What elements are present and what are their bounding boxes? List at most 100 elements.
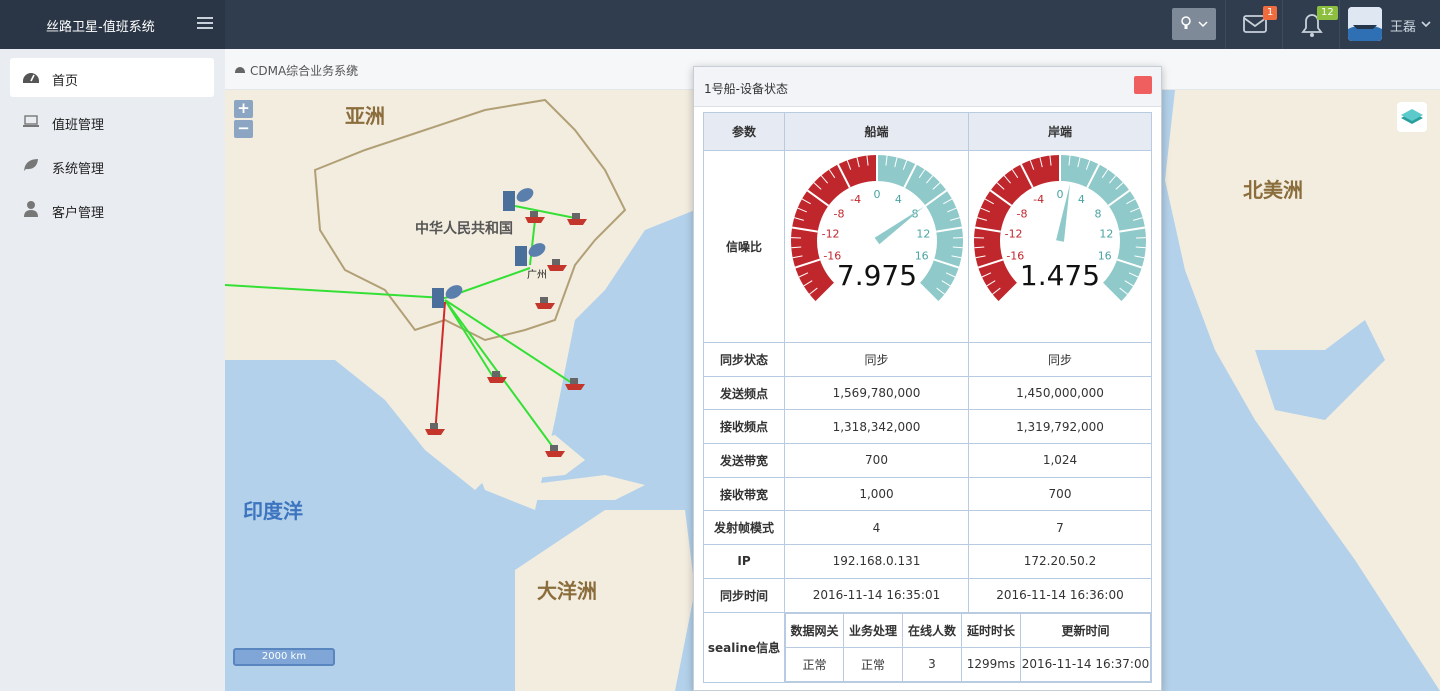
- dashboard-icon: [235, 67, 245, 73]
- ship-value: 1,569,780,000: [784, 375, 969, 411]
- satellite-station-icon[interactable]: [515, 240, 547, 268]
- sealine-header: 在线人数: [902, 612, 962, 648]
- device-status-dialog: 1号船-设备状态 参数 船端 岸端 信噪比 -16-12-8-404812167…: [693, 66, 1162, 691]
- zoom-out-button[interactable]: −: [234, 120, 253, 138]
- map-label-asia: 亚洲: [345, 104, 385, 128]
- shore-value: 700: [968, 476, 1152, 512]
- sidebar-item-system[interactable]: 系统管理: [10, 146, 214, 185]
- ship-icon[interactable]: [543, 442, 567, 458]
- laptop-icon: [23, 115, 39, 127]
- gauge-tick-label: -12: [1005, 228, 1023, 241]
- row-label: 接收频点: [703, 409, 785, 445]
- map-label-oceania: 大洋洲: [537, 579, 597, 603]
- row-label: 同步时间: [703, 577, 785, 613]
- gauge-tick-label: -12: [821, 228, 839, 241]
- ship-value: 1,000: [784, 476, 969, 512]
- ship-icon[interactable]: [485, 368, 509, 384]
- shore-value: 7: [968, 510, 1152, 546]
- ship-icon[interactable]: [523, 208, 547, 224]
- column-header: 岸端: [968, 112, 1152, 151]
- chevron-down-icon[interactable]: [1420, 19, 1432, 29]
- zoom-in-button[interactable]: +: [234, 100, 253, 118]
- shore-snr-gauge: -16-12-8-4 0 4812161.475: [974, 155, 1146, 303]
- sidebar-item-customers[interactable]: 客户管理: [10, 190, 214, 229]
- sealine-cell: 数据网关 业务处理 在线人数 延时时长 更新时间 正常 正常 3 1299ms …: [784, 611, 1152, 683]
- gauge-tick-label: 12: [1099, 228, 1113, 241]
- status-row: IP 192.168.0.131 172.20.50.2: [703, 544, 1152, 579]
- gauge-tick-label: -4: [1033, 193, 1044, 206]
- sealine-value: 2016-11-14 16:37:00: [1020, 646, 1151, 682]
- shore-value: 1,450,000,000: [968, 375, 1152, 411]
- status-row: 同步时间 2016-11-14 16:35:01 2016-11-14 16:36:…: [703, 577, 1152, 613]
- row-label: 发送频点: [703, 375, 785, 411]
- map-label-north-america: 北美洲: [1243, 178, 1303, 202]
- shore-value: 同步: [968, 342, 1152, 377]
- shore-value: 1,024: [968, 443, 1152, 478]
- ship-icon[interactable]: [545, 256, 569, 272]
- sidebar-item-label: 系统管理: [52, 162, 105, 177]
- close-button[interactable]: [1134, 76, 1152, 94]
- ship-icon[interactable]: [533, 294, 557, 310]
- gauge-tick-label: 12: [916, 228, 930, 241]
- shore-snr-cell: -16 -12 -8 -4 0 4 8 12 16 1.475: [968, 150, 1152, 343]
- dialog-title: 1号船-设备状态: [704, 82, 788, 96]
- sealine-label: sealine信息: [703, 611, 785, 683]
- status-row: 接收带宽 1,000 700: [703, 476, 1152, 512]
- status-row: 发射帧模式 4 7: [703, 510, 1152, 546]
- station-label: 广州: [527, 270, 547, 281]
- layers-button[interactable]: [1397, 102, 1427, 132]
- ship-icon[interactable]: [423, 420, 447, 436]
- ship-icon[interactable]: [563, 375, 587, 391]
- avatar[interactable]: [1348, 7, 1382, 41]
- ship-value: 4: [784, 510, 969, 546]
- map-scale-bar: 2000 km: [233, 648, 335, 666]
- chevron-down-icon: [1198, 21, 1208, 28]
- satellite-station-icon[interactable]: [432, 282, 464, 310]
- shore-value: 172.20.50.2: [968, 544, 1152, 579]
- ship-snr-cell: -16-12-8-404812167.975: [784, 150, 969, 343]
- row-label: 发送带宽: [703, 443, 785, 478]
- gauge-tick-label: 4: [894, 193, 901, 206]
- ship-snr-gauge: -16-12-8-404812167.975: [790, 155, 963, 303]
- row-label: 接收带宽: [703, 476, 785, 512]
- row-label: IP: [703, 544, 785, 579]
- menu-toggle-icon[interactable]: [197, 14, 213, 34]
- notifications-button[interactable]: 12: [1282, 0, 1339, 49]
- status-row: 发送频点 1,569,780,000 1,450,000,000: [703, 375, 1152, 411]
- sealine-header: 数据网关: [785, 612, 844, 648]
- sealine-header: 业务处理: [843, 612, 903, 648]
- sealine-value: 正常: [785, 646, 844, 682]
- sealine-value: 3: [902, 646, 962, 682]
- user-name[interactable]: 王磊: [1390, 16, 1416, 35]
- snr-label: 信噪比: [703, 150, 785, 343]
- gauge-tick-label: -8: [833, 207, 844, 220]
- map-label-china: 中华人民共和国: [415, 221, 513, 237]
- status-row: 发送带宽 700 1,024: [703, 443, 1152, 478]
- dashboard-icon: [23, 73, 39, 83]
- layers-icon: [1401, 109, 1423, 124]
- sidebar-item-label: 客户管理: [52, 206, 105, 221]
- sidebar-item-home[interactable]: 首页: [10, 58, 214, 97]
- sidebar-item-label: 首页: [52, 74, 79, 89]
- sidebar-item-label: 值班管理: [52, 118, 105, 133]
- shore-value: 1,319,792,000: [968, 409, 1152, 445]
- chevron-right-icon: [350, 64, 356, 74]
- messages-badge: 1: [1263, 6, 1278, 20]
- dialog-header: 1号船-设备状态: [694, 67, 1161, 107]
- ship-value: 192.168.0.131: [784, 544, 969, 579]
- gauge-tick-label: 4: [1078, 193, 1085, 206]
- status-row: 同步状态 同步 同步: [703, 342, 1152, 377]
- theme-dropdown-button[interactable]: [1172, 8, 1216, 40]
- messages-button[interactable]: 1: [1225, 0, 1282, 49]
- ship-icon[interactable]: [565, 210, 589, 226]
- gauge-value: 1.475: [1020, 259, 1100, 292]
- gauge-tick-label: -8: [1016, 207, 1027, 220]
- gauge-value: 7.975: [836, 259, 916, 292]
- row-label: 同步状态: [703, 342, 785, 377]
- sidebar-item-duty[interactable]: 值班管理: [10, 102, 214, 141]
- sidebar: 首页 值班管理 系统管理 客户管理: [0, 49, 225, 691]
- gauge-tick-label: 8: [1095, 207, 1102, 220]
- ship-value: 2016-11-14 16:35:01: [784, 577, 969, 613]
- breadcrumb-item[interactable]: CDMA综合业务系统: [250, 62, 358, 79]
- sealine-value: 1299ms: [961, 646, 1021, 682]
